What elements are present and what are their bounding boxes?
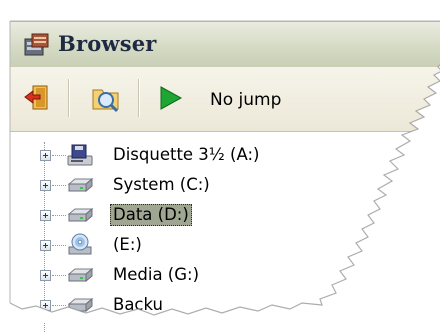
tree-item-label: System (C:) — [113, 175, 210, 194]
tree-item-label: Backu — [113, 295, 164, 314]
tree-connector — [52, 215, 66, 216]
cd-drive-icon — [68, 233, 92, 255]
tree-item-label: Disquette 3½ (A:) — [113, 145, 260, 164]
tree-connector — [52, 245, 66, 246]
exit-door-icon — [24, 85, 48, 110]
expand-icon[interactable] — [40, 240, 51, 251]
hard-drive-icon — [67, 207, 94, 223]
toolbar-separator — [138, 79, 140, 117]
search-button[interactable] — [88, 81, 124, 115]
jump-mode-label[interactable]: No jump — [210, 90, 281, 110]
expand-icon[interactable] — [40, 270, 51, 281]
floppy-drive-icon — [67, 144, 93, 166]
hard-drive-icon — [67, 267, 94, 283]
browser-window: Browser No jump Disquette 3½ (A:) System… — [2, 3, 440, 332]
toolbar: No jump — [10, 67, 440, 132]
expand-icon[interactable] — [40, 300, 51, 311]
hard-drive-icon — [67, 297, 94, 313]
tree-item-label: (E:) — [113, 235, 142, 254]
browser-app-icon — [24, 33, 49, 56]
expand-icon[interactable] — [40, 210, 51, 221]
window-title: Browser — [58, 31, 157, 56]
tree-item-backup-drive[interactable]: Backu — [10, 290, 410, 320]
tree-connector — [52, 185, 66, 186]
tree-item-d-drive[interactable]: Data (D:) — [10, 200, 410, 230]
tree-item-label: Media (G:) — [113, 265, 200, 284]
folder-search-icon — [92, 89, 119, 113]
exit-button[interactable] — [20, 81, 56, 115]
tree-connector — [52, 275, 66, 276]
play-icon — [160, 86, 183, 110]
expand-icon[interactable] — [40, 180, 51, 191]
drive-tree: Disquette 3½ (A:) System (C:) Data (D:) … — [10, 132, 440, 332]
tree-item-e-drive[interactable]: (E:) — [10, 230, 410, 260]
tree-item-a-drive[interactable]: Disquette 3½ (A:) — [10, 140, 410, 170]
toolbar-separator — [68, 79, 70, 117]
expand-icon[interactable] — [40, 150, 51, 161]
play-button[interactable] — [152, 81, 188, 115]
tree-item-c-drive[interactable]: System (C:) — [10, 170, 410, 200]
hard-drive-icon — [67, 177, 94, 193]
tree-item-label-selected: Data (D:) — [110, 204, 192, 226]
tree-connector — [52, 155, 66, 156]
tree-item-g-drive[interactable]: Media (G:) — [10, 260, 410, 290]
tree-connector — [52, 305, 66, 306]
title-bar[interactable]: Browser — [10, 21, 440, 68]
